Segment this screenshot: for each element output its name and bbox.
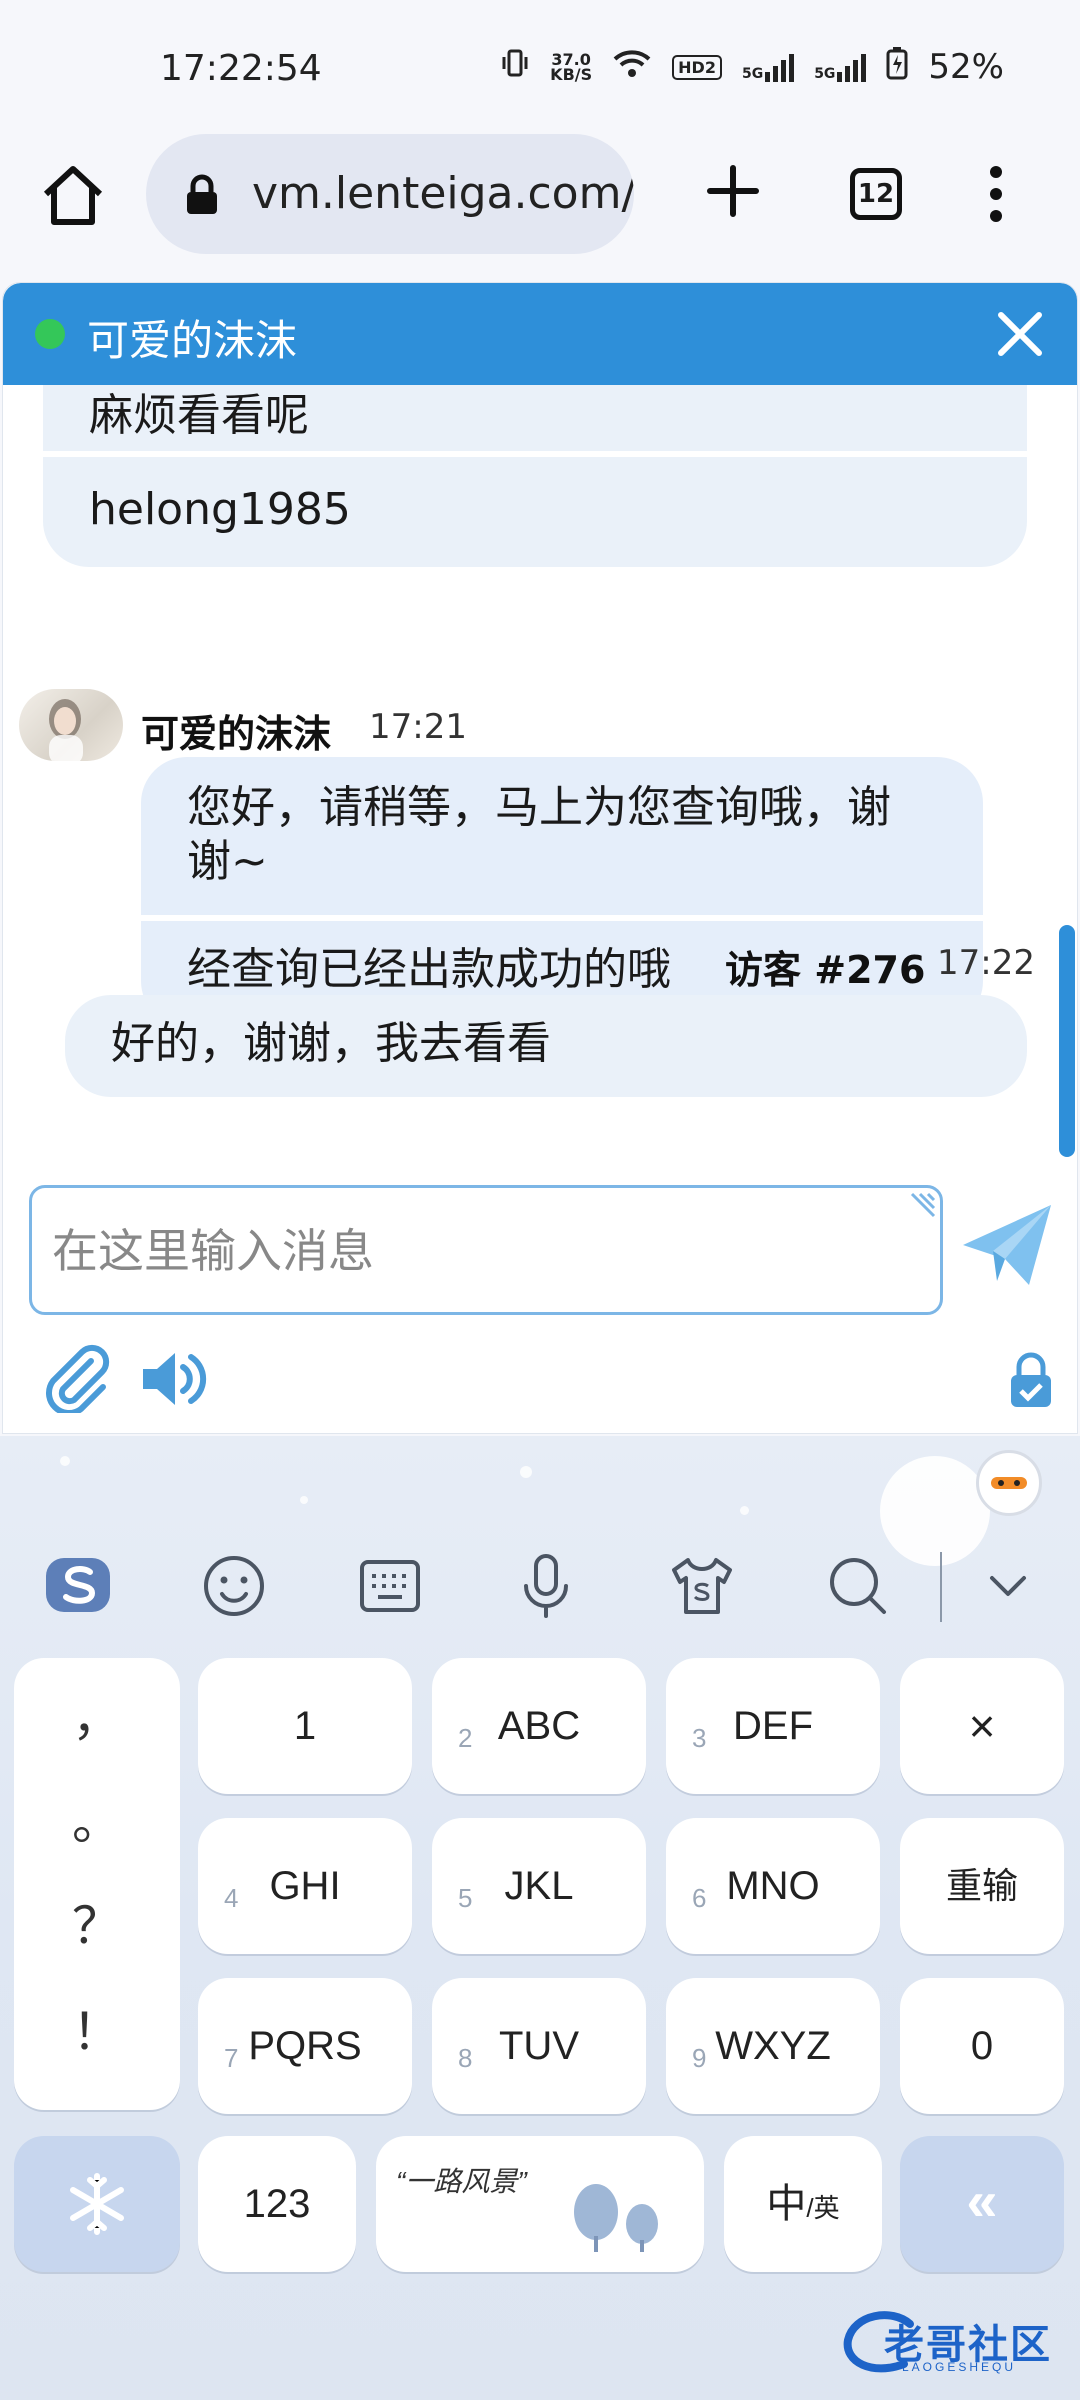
delete-key[interactable]: × xyxy=(900,1658,1064,1794)
net-speed: 37.0 KB/S xyxy=(550,50,593,84)
sogou-logo-icon[interactable] xyxy=(40,1548,116,1624)
punct-question-key[interactable]: ？ xyxy=(14,1886,180,1958)
space-key[interactable]: “一路风景” xyxy=(376,2136,704,2272)
microphone-icon[interactable] xyxy=(508,1548,584,1624)
plus-icon xyxy=(707,165,759,217)
status-icons: 37.0 KB/S HD2 5G 5G 52% xyxy=(500,46,1004,88)
snow-decoration xyxy=(520,1466,532,1478)
status-time: 17:22:54 xyxy=(160,48,322,89)
search-icon[interactable] xyxy=(820,1548,896,1624)
key-ghi[interactable]: 4 GHI xyxy=(198,1818,412,1954)
snowflake-key[interactable] xyxy=(14,2136,180,2272)
collapse-keyboard-icon[interactable] xyxy=(970,1548,1046,1624)
numbers-key[interactable]: 123 xyxy=(198,2136,356,2272)
paperclip-icon xyxy=(46,1344,110,1416)
close-chat-button[interactable] xyxy=(993,307,1047,361)
battery-percent: 52% xyxy=(928,47,1004,87)
tab-switcher-button[interactable]: 12 xyxy=(850,168,902,220)
speaker-icon xyxy=(143,1353,207,1405)
snowflake-icon xyxy=(70,2173,124,2235)
key-wxyz[interactable]: 9 WXYZ xyxy=(666,1978,880,2114)
agent-time: 17:21 xyxy=(369,707,467,747)
signal-sim2-icon: 5G xyxy=(814,52,867,82)
toolbar-separator xyxy=(940,1552,942,1622)
language-switch-key[interactable]: 中/英 xyxy=(724,2136,882,2272)
browser-toolbar: vm.lenteiga.com/ 12 xyxy=(0,130,1080,280)
key-def[interactable]: 3 DEF xyxy=(666,1658,880,1794)
key-pqrs[interactable]: 7 PQRS xyxy=(198,1978,412,2114)
key-tuv[interactable]: 8 TUV xyxy=(432,1978,646,2114)
message-list: 麻烦看看呢 helong1985 可爱的沫沫 17:21 您好，请稍等，马上为您… xyxy=(3,385,1077,1165)
hd-voice-badge: HD2 xyxy=(672,54,722,80)
punct-comma-key[interactable]: ， xyxy=(14,1678,180,1750)
keyboard-icon[interactable] xyxy=(352,1548,428,1624)
visitor-name: 访客 #276 xyxy=(725,948,926,992)
send-button[interactable] xyxy=(959,1201,1055,1291)
agent-name: 可爱的沫沫 xyxy=(141,712,332,756)
ime-keyboard: ， 。 ？ ！ 1 2 ABC 3 DEF × 4 GHI 5 JKL 6 MNO 重输 … xyxy=(0,1436,1080,2400)
chat-title: 可爱的沫沫 xyxy=(87,316,298,365)
enter-key[interactable]: « xyxy=(900,2136,1064,2272)
chat-header: 可爱的沫沫 xyxy=(3,283,1077,385)
mascot-icon[interactable] xyxy=(976,1450,1042,1516)
secure-lock-button[interactable] xyxy=(1009,1351,1053,1409)
wifi-icon xyxy=(612,48,652,86)
address-bar[interactable]: vm.lenteiga.com/ xyxy=(146,134,634,254)
message-bubble: 好的，谢谢，我去看看 xyxy=(65,995,1027,1097)
emoji-icon[interactable] xyxy=(196,1548,272,1624)
site-watermark: 老哥社区 LAOGESHEQU xyxy=(840,2306,1070,2382)
key-jkl[interactable]: 5 JKL xyxy=(432,1818,646,1954)
message-input[interactable] xyxy=(52,1216,912,1286)
status-bar: 17:22:54 37.0 KB/S HD2 5G 5G 52% xyxy=(0,0,1080,140)
tree-decoration-icon xyxy=(574,2184,658,2252)
message-bubble: 您好，请稍等，马上为您查询哦，谢谢~ xyxy=(141,757,983,915)
message-input-box[interactable] xyxy=(29,1185,943,1315)
agent-avatar xyxy=(19,689,123,761)
message-bubble: helong1985 xyxy=(43,457,1027,567)
snow-decoration xyxy=(60,1456,70,1466)
snow-decoration xyxy=(300,1496,308,1504)
punctuation-column[interactable]: ， 。 ？ ！ xyxy=(14,1658,180,2110)
home-button[interactable] xyxy=(38,160,108,230)
key-mno[interactable]: 6 MNO xyxy=(666,1818,880,1954)
punct-exclaim-key[interactable]: ！ xyxy=(14,1992,180,2064)
home-icon xyxy=(43,166,103,225)
visitor-time: 17:22 xyxy=(937,943,1035,983)
reinput-key[interactable]: 重输 xyxy=(900,1818,1064,1954)
snow-decoration xyxy=(740,1506,749,1515)
resize-handle-icon[interactable] xyxy=(908,1192,936,1220)
signal-sim1-icon: 5G xyxy=(742,52,795,82)
padlock-check-icon xyxy=(1011,1352,1051,1407)
key-1[interactable]: 1 xyxy=(198,1658,412,1794)
skin-shirt-icon[interactable] xyxy=(664,1548,740,1624)
more-vertical-icon xyxy=(990,166,1002,222)
message-bubble: 麻烦看看呢 xyxy=(43,385,1027,451)
more-menu-button[interactable] xyxy=(984,164,1008,224)
attach-file-button[interactable] xyxy=(41,1343,111,1416)
battery-charging-icon xyxy=(886,46,908,88)
online-status-dot xyxy=(35,319,65,349)
new-tab-button[interactable] xyxy=(700,158,766,224)
zero-key[interactable]: 0 xyxy=(900,1978,1064,2114)
paper-plane-icon xyxy=(963,1205,1051,1285)
message-scrollbar[interactable] xyxy=(1059,925,1075,1157)
url-text: vm.lenteiga.com/ xyxy=(252,168,634,219)
lock-icon xyxy=(184,174,220,216)
key-abc[interactable]: 2 ABC xyxy=(432,1658,646,1794)
chat-widget: 可爱的沫沫 麻烦看看呢 helong1985 可爱的沫沫 17:21 您好，请稍… xyxy=(2,282,1078,1434)
keyboard-toolbar xyxy=(0,1522,1080,1652)
vibrate-icon xyxy=(500,48,530,86)
sound-toggle-button[interactable] xyxy=(139,1347,209,1411)
punct-period-key[interactable]: 。 xyxy=(14,1782,180,1854)
close-icon xyxy=(998,312,1042,356)
space-key-text: “一路风景” xyxy=(396,2166,527,2197)
